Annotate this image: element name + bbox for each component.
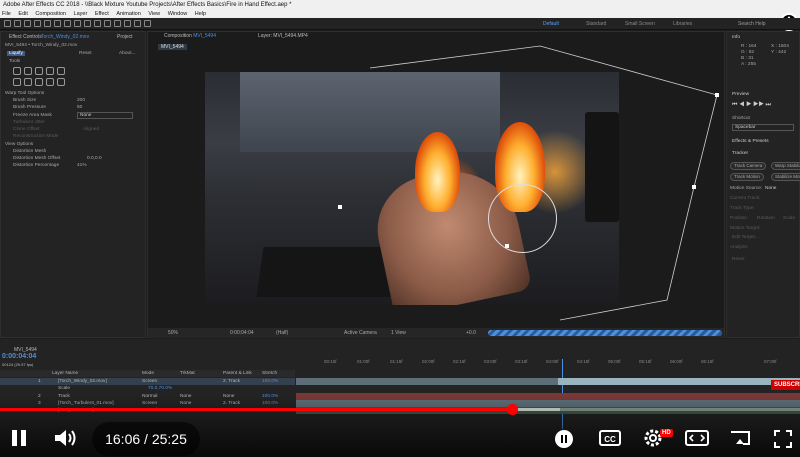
subscribe-button[interactable]: SUBSCRIBE	[771, 380, 800, 390]
time-separator: /	[140, 431, 152, 447]
col-trkmat[interactable]: TrkMat	[180, 370, 195, 377]
layer-handle[interactable]	[692, 185, 696, 189]
info-x: X : 1504	[771, 44, 789, 49]
info-y: Y : 442	[771, 50, 787, 55]
layer-bounding-box-outline	[369, 45, 718, 321]
time-ruler[interactable]: 00:15f 01:00f 01:15f 02:00f 02:15f 03:00…	[296, 359, 800, 369]
ruler-tick: 06:15f	[701, 359, 714, 364]
duration: 25:25	[151, 431, 187, 447]
info-r: R : 164	[741, 44, 757, 49]
ruler-tick: 03:00f	[484, 359, 497, 364]
position-checkbox[interactable]: Position	[730, 216, 747, 221]
info-panel: Info R : 164 G : 82 B : 31 A : 255 X : 1…	[726, 31, 800, 338]
timeline-timecode[interactable]: 0:00:04:04	[2, 353, 36, 360]
layer-parent[interactable]: 2. Track	[223, 378, 240, 385]
tracker-title[interactable]: Tracker	[732, 151, 748, 156]
ruler-tick: 02:00f	[422, 359, 435, 364]
cast-icon[interactable]	[728, 428, 752, 448]
tracker-reset-button[interactable]: Reset	[732, 257, 745, 262]
progress-bar[interactable]	[0, 408, 800, 411]
timeline-frame-info: 00124 (29.97 fps)	[2, 362, 34, 367]
layer-handle[interactable]	[505, 244, 509, 248]
layer-mode[interactable]: Screen	[142, 378, 157, 385]
info-a: A : 255	[741, 62, 756, 67]
layer-property-row[interactable]: Scale 70.0,70.0%	[0, 385, 295, 392]
shortcut-select[interactable]: Spacebar	[732, 124, 794, 131]
motion-target-label: Motion Target:	[730, 226, 761, 231]
scale-checkbox[interactable]: Scale	[783, 216, 795, 221]
progress-scrubber[interactable]	[506, 404, 518, 415]
fullscreen-icon[interactable]	[772, 428, 794, 450]
current-time: 16:06	[105, 431, 141, 447]
col-parent[interactable]: Parent & Link	[223, 370, 252, 377]
motion-source-select[interactable]: None	[765, 186, 776, 191]
layer-number: 1	[38, 379, 41, 384]
ruler-tick: 00:15f	[324, 359, 337, 364]
layer-handle[interactable]	[338, 205, 342, 209]
info-b: B : 31	[741, 56, 754, 61]
effects-presets-title[interactable]: Effects & Presets	[732, 139, 769, 144]
ruler-tick: 04:15f	[577, 359, 590, 364]
track-motion-button[interactable]: Track Motion	[730, 173, 764, 181]
rotation-checkbox[interactable]: Rotation	[757, 216, 775, 221]
ruler-tick: 05:15f	[639, 359, 652, 364]
track-camera-button[interactable]: Track Camera	[730, 162, 767, 170]
motion-source-label: Motion Source:	[730, 186, 763, 191]
col-layer-name[interactable]: Layer Name	[52, 370, 78, 377]
svg-text:CC: CC	[604, 435, 616, 444]
progress-played	[0, 408, 512, 411]
ruler-tick: 06:00f	[670, 359, 683, 364]
ruler-tick: 03:15f	[515, 359, 528, 364]
layer-name[interactable]: [Torch_Windy_02.mov]	[58, 378, 107, 385]
ruler-tick: 04:00f	[546, 359, 559, 364]
layer-handle[interactable]	[715, 93, 719, 97]
ruler-tick: 02:15f	[453, 359, 466, 364]
col-stretch[interactable]: Stretch	[262, 370, 277, 377]
pause-icon[interactable]	[8, 427, 30, 449]
property-value[interactable]: 70.0,70.0%	[148, 385, 172, 392]
captions-icon[interactable]: CC	[598, 428, 622, 448]
layer-bar-highlight	[558, 378, 800, 385]
timeline-column-headers: Layer Name Mode TrkMat Parent & Link Str…	[0, 370, 295, 377]
preview-title[interactable]: Preview	[732, 92, 749, 97]
layer-row[interactable]: 1 [Torch_Windy_02.mov] Screen 2. Track 1…	[0, 378, 295, 385]
ruler-tick: 07:00f	[764, 359, 777, 364]
hd-badge: HD	[660, 429, 673, 437]
current-track-label: Current Track:	[730, 196, 761, 201]
preview-controls[interactable]: ⏮ ◀ ▶ ▶▶ ⏭	[732, 102, 771, 109]
col-mode[interactable]: Mode	[142, 370, 154, 377]
time-display: 16:06 / 25:25	[92, 422, 200, 456]
ruler-tick: 05:00f	[608, 359, 621, 364]
property-name: Scale	[58, 386, 70, 391]
info-title[interactable]: Info	[732, 35, 740, 40]
stabilize-motion-button[interactable]: Stabilize Motion	[771, 173, 800, 181]
info-g: G : 82	[741, 50, 755, 55]
shortcut-label: Shortcut	[732, 116, 750, 121]
miniplayer-icon[interactable]	[684, 428, 710, 448]
layer-stretch[interactable]: 100.0%	[262, 378, 278, 385]
volume-icon[interactable]	[52, 427, 78, 449]
analyze-label: Analyze:	[730, 245, 749, 250]
warp-stabilizer-button[interactable]: Warp Stabilizer	[771, 162, 800, 170]
autoplay-toggle-icon[interactable]	[552, 429, 576, 449]
track-type-label: Track Type:	[730, 206, 755, 211]
edit-target-button[interactable]: Edit Target...	[732, 235, 759, 240]
ruler-tick: 01:00f	[357, 359, 370, 364]
ruler-tick: 01:15f	[390, 359, 403, 364]
